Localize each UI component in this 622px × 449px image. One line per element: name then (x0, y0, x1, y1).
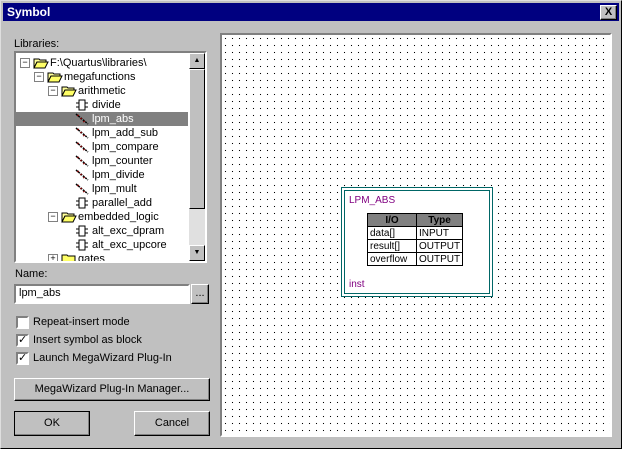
tree-scrollbar[interactable]: ▲ ▼ (189, 53, 205, 261)
instance-name: inst (349, 279, 365, 290)
launch-megawizard-checkbox[interactable]: ✓ (16, 352, 29, 365)
tree-items: − F:\Quartus\libraries\ − megafunctions − ari… (16, 53, 188, 261)
symbol-preview-area[interactable]: LPM_ABS I/O Type data[] INPUT result[] O… (220, 33, 612, 437)
tree-item[interactable]: F:\Quartus\libraries\ (50, 56, 147, 70)
port-row: data[] INPUT (367, 226, 464, 240)
tree-item[interactable]: lpm_counter (92, 154, 153, 168)
tree-item[interactable]: embedded_logic (78, 210, 159, 224)
tree-item[interactable]: lpm_compare (92, 140, 159, 154)
port-name: data[] (367, 226, 417, 240)
symbol-block[interactable]: LPM_ABS I/O Type data[] INPUT result[] O… (344, 190, 490, 294)
name-input[interactable]: lpm_abs (14, 284, 190, 304)
type-header: Type (415, 213, 464, 227)
libraries-label: Libraries: (14, 38, 60, 50)
wizard-icon (75, 183, 89, 195)
launch-megawizard-label: Launch MegaWizard Plug-In (33, 352, 172, 364)
title-bar[interactable]: Symbol X (3, 3, 619, 21)
wizard-icon (75, 155, 89, 167)
tree-expander[interactable]: + (48, 254, 58, 261)
symbol-icon (75, 197, 89, 209)
io-header: I/O (367, 213, 417, 227)
window-title: Symbol (7, 5, 51, 19)
open-folder-icon (61, 211, 77, 223)
port-name: result[] (367, 239, 417, 253)
wizard-icon (75, 169, 89, 181)
ok-label: OK (44, 417, 60, 429)
wizard-icon (75, 141, 89, 153)
symbol-name: LPM_ABS (349, 195, 396, 206)
symbol-icon (75, 99, 89, 111)
libraries-tree[interactable]: − F:\Quartus\libraries\ − megafunctions − ari… (14, 51, 207, 263)
symbol-icon (75, 225, 89, 237)
port-type: OUTPUT (415, 252, 464, 266)
port-type: OUTPUT (415, 239, 464, 253)
port-row: overflow OUTPUT (367, 252, 464, 266)
tree-item[interactable]: lpm_mult (92, 182, 137, 196)
cancel-button[interactable]: Cancel (134, 411, 210, 436)
wizard-icon (75, 127, 89, 139)
close-button[interactable]: X (600, 5, 617, 20)
tree-item[interactable]: parallel_add (92, 196, 152, 210)
scroll-thumb[interactable] (189, 69, 205, 209)
tree-item[interactable]: arithmetic (78, 84, 126, 98)
repeat-insert-checkbox[interactable] (16, 316, 29, 329)
ports-header-row: I/O Type (367, 213, 464, 227)
tree-item[interactable]: megafunctions (64, 70, 136, 84)
megawizard-manager-button[interactable]: MegaWizard Plug-In Manager... (14, 378, 210, 401)
tree-item[interactable]: divide (92, 98, 121, 112)
ports-table: I/O Type data[] INPUT result[] OUTPUT ov… (367, 213, 464, 266)
tree-expander[interactable]: − (34, 72, 44, 82)
port-name: overflow (367, 252, 417, 266)
tree-item[interactable]: alt_exc_upcore (92, 238, 167, 252)
symbol-icon (75, 239, 89, 251)
tree-item[interactable]: alt_exc_dpram (92, 224, 164, 238)
port-type: INPUT (415, 226, 464, 240)
name-label: Name: (15, 268, 48, 280)
tree-expander[interactable]: − (20, 58, 30, 68)
tree-item[interactable]: gates (78, 252, 105, 261)
symbol-dialog: Symbol X Libraries: − F:\Quartus\librarie… (0, 0, 622, 449)
tree-item[interactable]: lpm_add_sub (92, 126, 158, 140)
port-row: result[] OUTPUT (367, 239, 464, 253)
insert-as-block-checkbox[interactable]: ✓ (16, 334, 29, 347)
scroll-up-button[interactable]: ▲ (189, 53, 205, 69)
closed-folder-icon (61, 253, 76, 261)
tree-item[interactable]: lpm_divide (92, 168, 145, 182)
wizard-icon (75, 113, 89, 125)
tree-expander[interactable]: − (48, 212, 58, 222)
tree-item[interactable]: lpm_abs (16, 112, 188, 126)
open-folder-icon (33, 57, 49, 69)
open-folder-icon (47, 71, 63, 83)
open-folder-icon (61, 85, 77, 97)
repeat-insert-label: Repeat-insert mode (33, 316, 130, 328)
ok-button[interactable]: OK (14, 411, 90, 436)
browse-button[interactable]: ... (191, 284, 209, 304)
tree-expander[interactable]: − (48, 86, 58, 96)
scroll-down-button[interactable]: ▼ (189, 245, 205, 261)
insert-as-block-label: Insert symbol as block (33, 334, 142, 346)
